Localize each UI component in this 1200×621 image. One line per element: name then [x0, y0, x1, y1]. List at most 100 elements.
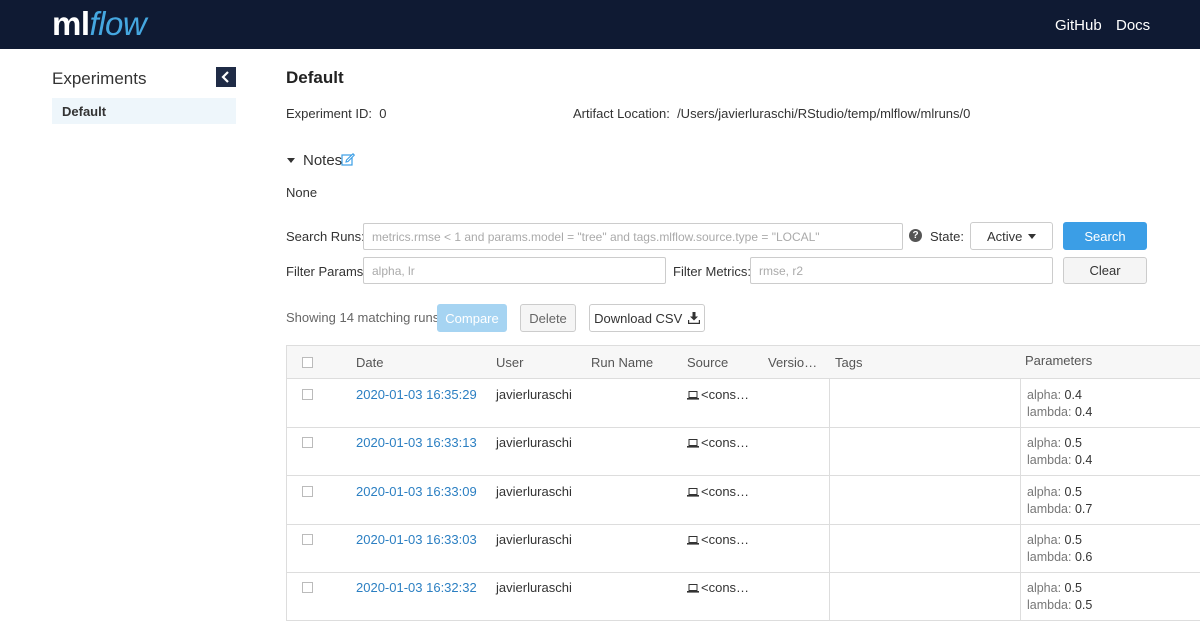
- run-date-link[interactable]: 2020-01-03 16:33:03: [356, 532, 477, 547]
- nav-docs-link[interactable]: Docs: [1116, 17, 1150, 35]
- param-key: lambda: [1027, 453, 1068, 468]
- caret-down-icon: [287, 158, 295, 163]
- mlflow-logo[interactable]: mlflow: [52, 5, 147, 43]
- run-source: <cons…: [687, 532, 749, 547]
- param-key: alpha: [1027, 484, 1058, 499]
- row-checkbox[interactable]: [302, 533, 313, 545]
- search-runs-input[interactable]: [363, 223, 903, 250]
- experiment-id-value: 0: [379, 106, 387, 121]
- sidebar-item-default[interactable]: Default: [52, 98, 236, 124]
- delete-button[interactable]: Delete: [520, 304, 576, 332]
- run-source-text: <cons…: [701, 531, 750, 547]
- help-icon[interactable]: ?: [909, 229, 922, 242]
- run-date-link[interactable]: 2020-01-03 16:33:09: [356, 484, 477, 499]
- row-checkbox[interactable]: [302, 485, 313, 497]
- laptop-icon: [687, 535, 699, 545]
- table-row: 2020-01-03 16:33:13 javierluraschi <cons… a…: [287, 427, 1200, 477]
- run-date-link[interactable]: 2020-01-03 16:35:29: [356, 387, 477, 402]
- run-source: <cons…: [687, 580, 749, 595]
- collapse-sidebar-button[interactable]: [216, 67, 236, 87]
- search-button[interactable]: Search: [1063, 222, 1147, 250]
- column-parameters: Parameters: [1025, 353, 1093, 368]
- run-source-text: <cons…: [701, 580, 750, 596]
- param-value: 0.5: [1064, 532, 1082, 547]
- top-navbar: [0, 0, 1200, 49]
- run-source: <cons…: [687, 435, 749, 450]
- edit-icon: [341, 153, 355, 166]
- nav-github-link[interactable]: GitHub: [1055, 17, 1102, 35]
- table-header: Date User Run Name Source Versio… Tags P…: [287, 346, 1200, 379]
- param-value: 0.4: [1074, 405, 1093, 419]
- logo-ml-text: ml: [52, 5, 90, 42]
- run-user: javierluraschi: [496, 387, 572, 402]
- laptop-icon: [687, 487, 699, 497]
- param-entry: lambda: 0.4: [1027, 453, 1093, 468]
- param-entry: lambda: 0.4: [1027, 405, 1093, 419]
- select-all-checkbox[interactable]: [302, 357, 313, 368]
- param-key: lambda: [1027, 501, 1068, 516]
- row-checkbox[interactable]: [302, 389, 313, 400]
- column-source[interactable]: Source: [687, 355, 728, 370]
- notes-content: None: [286, 185, 318, 200]
- param-value: 0.5: [1064, 436, 1082, 451]
- search-runs-label: Search Runs:: [286, 229, 365, 244]
- row-checkbox[interactable]: [302, 437, 313, 449]
- download-icon: [687, 311, 701, 324]
- filter-metrics-input[interactable]: [750, 257, 1053, 284]
- param-entry: alpha: 0.4: [1027, 388, 1082, 402]
- column-date[interactable]: Date: [356, 355, 383, 370]
- filter-params-input[interactable]: [363, 257, 666, 284]
- experiment-title: Default: [286, 68, 344, 87]
- experiment-id-label: Experiment ID: [286, 106, 369, 121]
- sidebar-item-label: Default: [62, 104, 107, 119]
- row-checkbox[interactable]: [302, 582, 313, 594]
- matching-runs-status: Showing 14 matching runs: [286, 310, 440, 325]
- experiments-heading: Experiments: [52, 69, 147, 88]
- caret-down-icon: [1028, 233, 1037, 239]
- param-entry: alpha: 0.5: [1027, 581, 1082, 596]
- table-row: 2020-01-03 16:33:03 javierluraschi <cons… a…: [287, 524, 1200, 573]
- run-parameters: alpha: 0.4 lambda: 0.4: [1027, 387, 1092, 421]
- param-value: 0.4: [1074, 453, 1093, 468]
- download-csv-button[interactable]: Download CSV: [589, 304, 705, 332]
- param-key: lambda: [1027, 598, 1068, 613]
- artifact-location: Artifact Location: /Users/javierluraschi…: [573, 106, 971, 121]
- notes-toggle[interactable]: [286, 154, 296, 166]
- chevron-left-icon: [221, 71, 229, 83]
- table-row: 2020-01-03 16:32:32 javierluraschi <cons… a…: [287, 572, 1200, 621]
- state-dropdown-value: Active: [986, 228, 1023, 244]
- run-date-link[interactable]: 2020-01-03 16:33:13: [356, 435, 477, 450]
- run-parameters: alpha: 0.5 lambda: 0.7: [1027, 484, 1092, 518]
- column-run-name[interactable]: Run Name: [591, 355, 653, 370]
- param-key: alpha: [1027, 388, 1058, 402]
- table-row: 2020-01-03 16:33:09 javierluraschi <cons… a…: [287, 476, 1200, 525]
- artifact-location-value: /Users/javierluraschi/RStudio/temp/mlflo…: [677, 106, 971, 121]
- compare-button[interactable]: Compare: [437, 304, 507, 332]
- table-row: 2020-01-03 16:35:29 javierluraschi <cons… a…: [287, 379, 1200, 428]
- column-version[interactable]: Versio…: [768, 355, 817, 370]
- laptop-icon: [687, 391, 699, 400]
- param-entry: lambda: 0.6: [1027, 549, 1093, 564]
- clear-button[interactable]: Clear: [1063, 257, 1147, 284]
- edit-notes-button[interactable]: [341, 153, 355, 167]
- param-key: alpha: [1027, 581, 1058, 596]
- column-user[interactable]: User: [496, 355, 523, 370]
- run-user: javierluraschi: [496, 483, 572, 499]
- param-value: 0.4: [1064, 388, 1082, 402]
- laptop-icon: [687, 584, 699, 593]
- run-user: javierluraschi: [496, 580, 572, 596]
- run-source-text: <cons…: [701, 435, 750, 451]
- param-key: lambda: [1027, 405, 1068, 419]
- run-source: <cons…: [687, 484, 749, 499]
- run-source: <cons…: [687, 387, 749, 402]
- filter-metrics-label: Filter Metrics:: [673, 264, 751, 279]
- run-date-link[interactable]: 2020-01-03 16:32:32: [356, 580, 477, 595]
- run-user: javierluraschi: [496, 531, 572, 547]
- param-value: 0.7: [1074, 501, 1093, 516]
- param-value: 0.5: [1064, 484, 1082, 499]
- state-dropdown[interactable]: Active: [970, 222, 1053, 250]
- param-entry: lambda: 0.5: [1027, 598, 1093, 613]
- run-parameters: alpha: 0.5 lambda: 0.6: [1027, 532, 1092, 566]
- run-source-text: <cons…: [701, 483, 750, 499]
- column-tags: Tags: [835, 355, 863, 370]
